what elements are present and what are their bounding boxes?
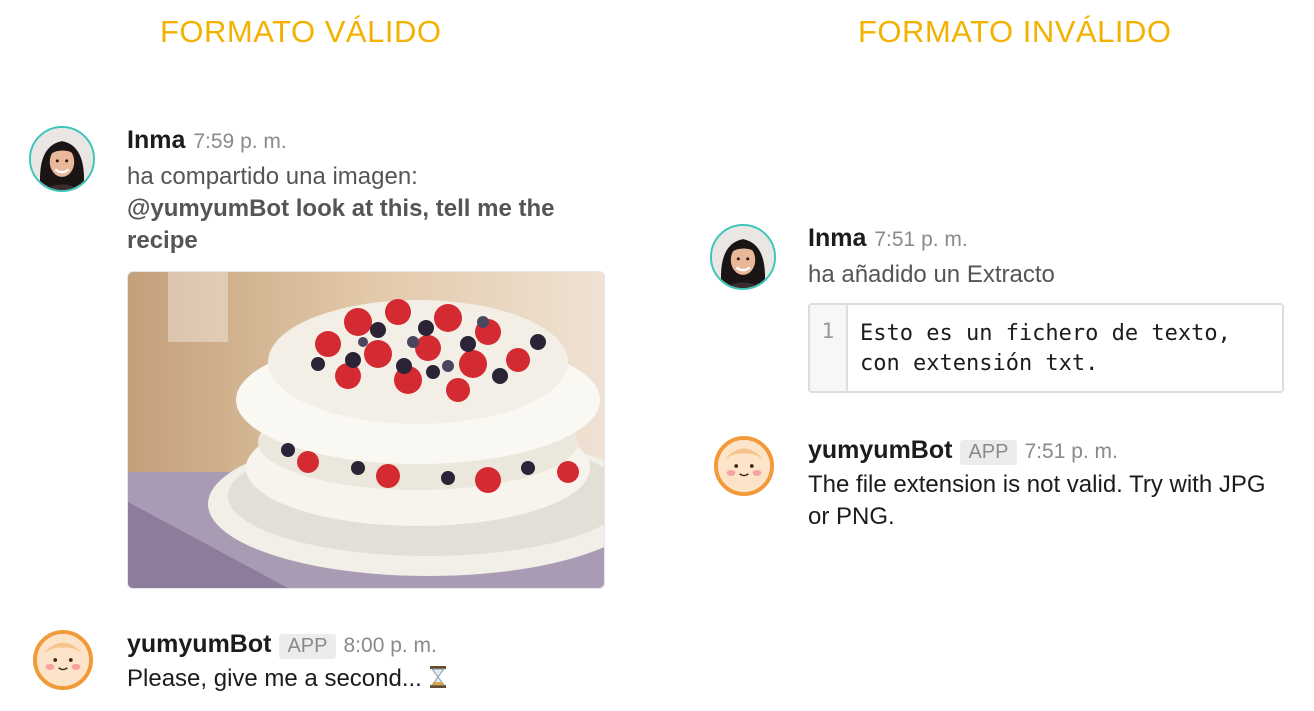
sender-name[interactable]: yumyumBot	[127, 630, 271, 659]
message-text: @yumyumBot look at this, tell me the rec…	[127, 195, 555, 254]
message-timestamp[interactable]: 7:51 p. m.	[874, 228, 967, 252]
message-text: The file extension is not valid. Try wit…	[808, 471, 1266, 530]
inma-avatar[interactable]	[710, 224, 776, 290]
inma-avatar-picture	[31, 128, 93, 190]
yumyumbot-avatar[interactable]	[714, 436, 774, 496]
invalid-format-heading: FORMATO INVÁLIDO	[858, 14, 1172, 49]
sender-name[interactable]: yumyumBot	[808, 436, 952, 465]
inma-avatar[interactable]	[29, 126, 95, 192]
message-text: Please, give me a second...	[127, 665, 422, 692]
shared-image-pavlova[interactable]	[127, 271, 605, 589]
text-snippet[interactable]: 1 Esto es un fichero de texto, con exten…	[808, 303, 1284, 393]
pavlova-cake-picture	[128, 272, 604, 588]
message-text-row: Please, give me a second...	[127, 663, 547, 695]
sender-name[interactable]: Inma	[808, 224, 866, 253]
message-timestamp[interactable]: 7:59 p. m.	[193, 130, 286, 154]
bot-avatar-face	[37, 634, 89, 686]
message-timestamp[interactable]: 7:51 p. m.	[1025, 440, 1118, 464]
valid-format-heading: FORMATO VÁLIDO	[160, 14, 442, 49]
message-timestamp[interactable]: 8:00 p. m.	[344, 634, 437, 658]
inma-avatar-picture	[712, 226, 774, 288]
hourglass-icon	[428, 665, 448, 689]
app-badge: APP	[279, 634, 336, 659]
snippet-line-number: 1	[810, 305, 848, 391]
sender-name[interactable]: Inma	[127, 126, 185, 155]
bot-avatar-face	[718, 440, 770, 492]
yumyumbot-avatar[interactable]	[33, 630, 93, 690]
share-action-text: ha compartido una imagen:	[127, 163, 418, 190]
snippet-action-text: ha añadido un Extracto	[808, 261, 1055, 288]
app-badge: APP	[960, 440, 1017, 465]
snippet-code: Esto es un fichero de texto, con extensi…	[860, 321, 1231, 376]
